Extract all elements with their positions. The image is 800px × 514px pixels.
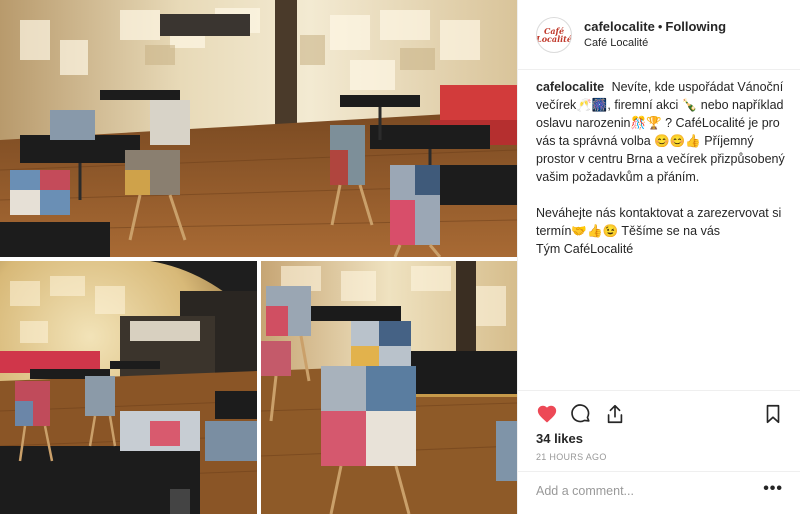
photo-panel-top [0, 0, 517, 257]
post-side-panel: Café Localité cafelocalite • Following Caf… [517, 0, 800, 514]
location-link[interactable]: Café Localité [584, 35, 726, 52]
post-photo[interactable] [0, 0, 517, 514]
share-icon[interactable] [602, 401, 628, 427]
bookmark-icon[interactable] [760, 401, 786, 427]
caption-username[interactable]: cafelocalite [536, 80, 604, 94]
comment-icon[interactable] [568, 401, 594, 427]
caption-text: Nevíte, kde uspořádat Vánoční večírek🥂🎆,… [536, 80, 785, 256]
share-icon-glyph [607, 404, 623, 424]
header-line: cafelocalite • Following [584, 18, 726, 35]
post-caption: cafelocalite Nevíte, kde uspořádat Vánoč… [536, 78, 788, 258]
more-options-icon[interactable]: ••• [763, 481, 783, 497]
likes-count[interactable]: 34 likes [536, 431, 583, 446]
header-text: cafelocalite • Following Café Localité [584, 18, 726, 52]
heart-icon-glyph [537, 405, 557, 423]
comment-icon-glyph [571, 404, 590, 423]
header-username[interactable]: cafelocalite [584, 19, 655, 34]
action-section: 34 likes 21 HOURS AGO ••• [518, 390, 800, 509]
avatar[interactable]: Café Localité [536, 16, 572, 53]
instagram-post-viewer: Café Localité cafelocalite • Following Caf… [0, 0, 800, 514]
photo-panel-bottom-left [0, 261, 257, 514]
post-timestamp[interactable]: 21 HOURS AGO [536, 452, 607, 462]
heart-icon[interactable] [534, 401, 560, 427]
following-button[interactable]: Following [665, 19, 726, 34]
comment-row: ••• [518, 471, 800, 509]
post-header: Café Localité cafelocalite • Following Caf… [518, 0, 800, 70]
avatar-logo-text: Café Localité [536, 25, 572, 44]
comment-input[interactable] [534, 481, 746, 501]
photo-panel-bottom-right [261, 261, 517, 514]
bookmark-icon-glyph [766, 404, 780, 424]
cafe-interior-image [0, 0, 517, 257]
separator-dot: • [657, 18, 663, 34]
cafe-chairs-image [261, 261, 517, 514]
cafe-bar-image [0, 261, 257, 514]
